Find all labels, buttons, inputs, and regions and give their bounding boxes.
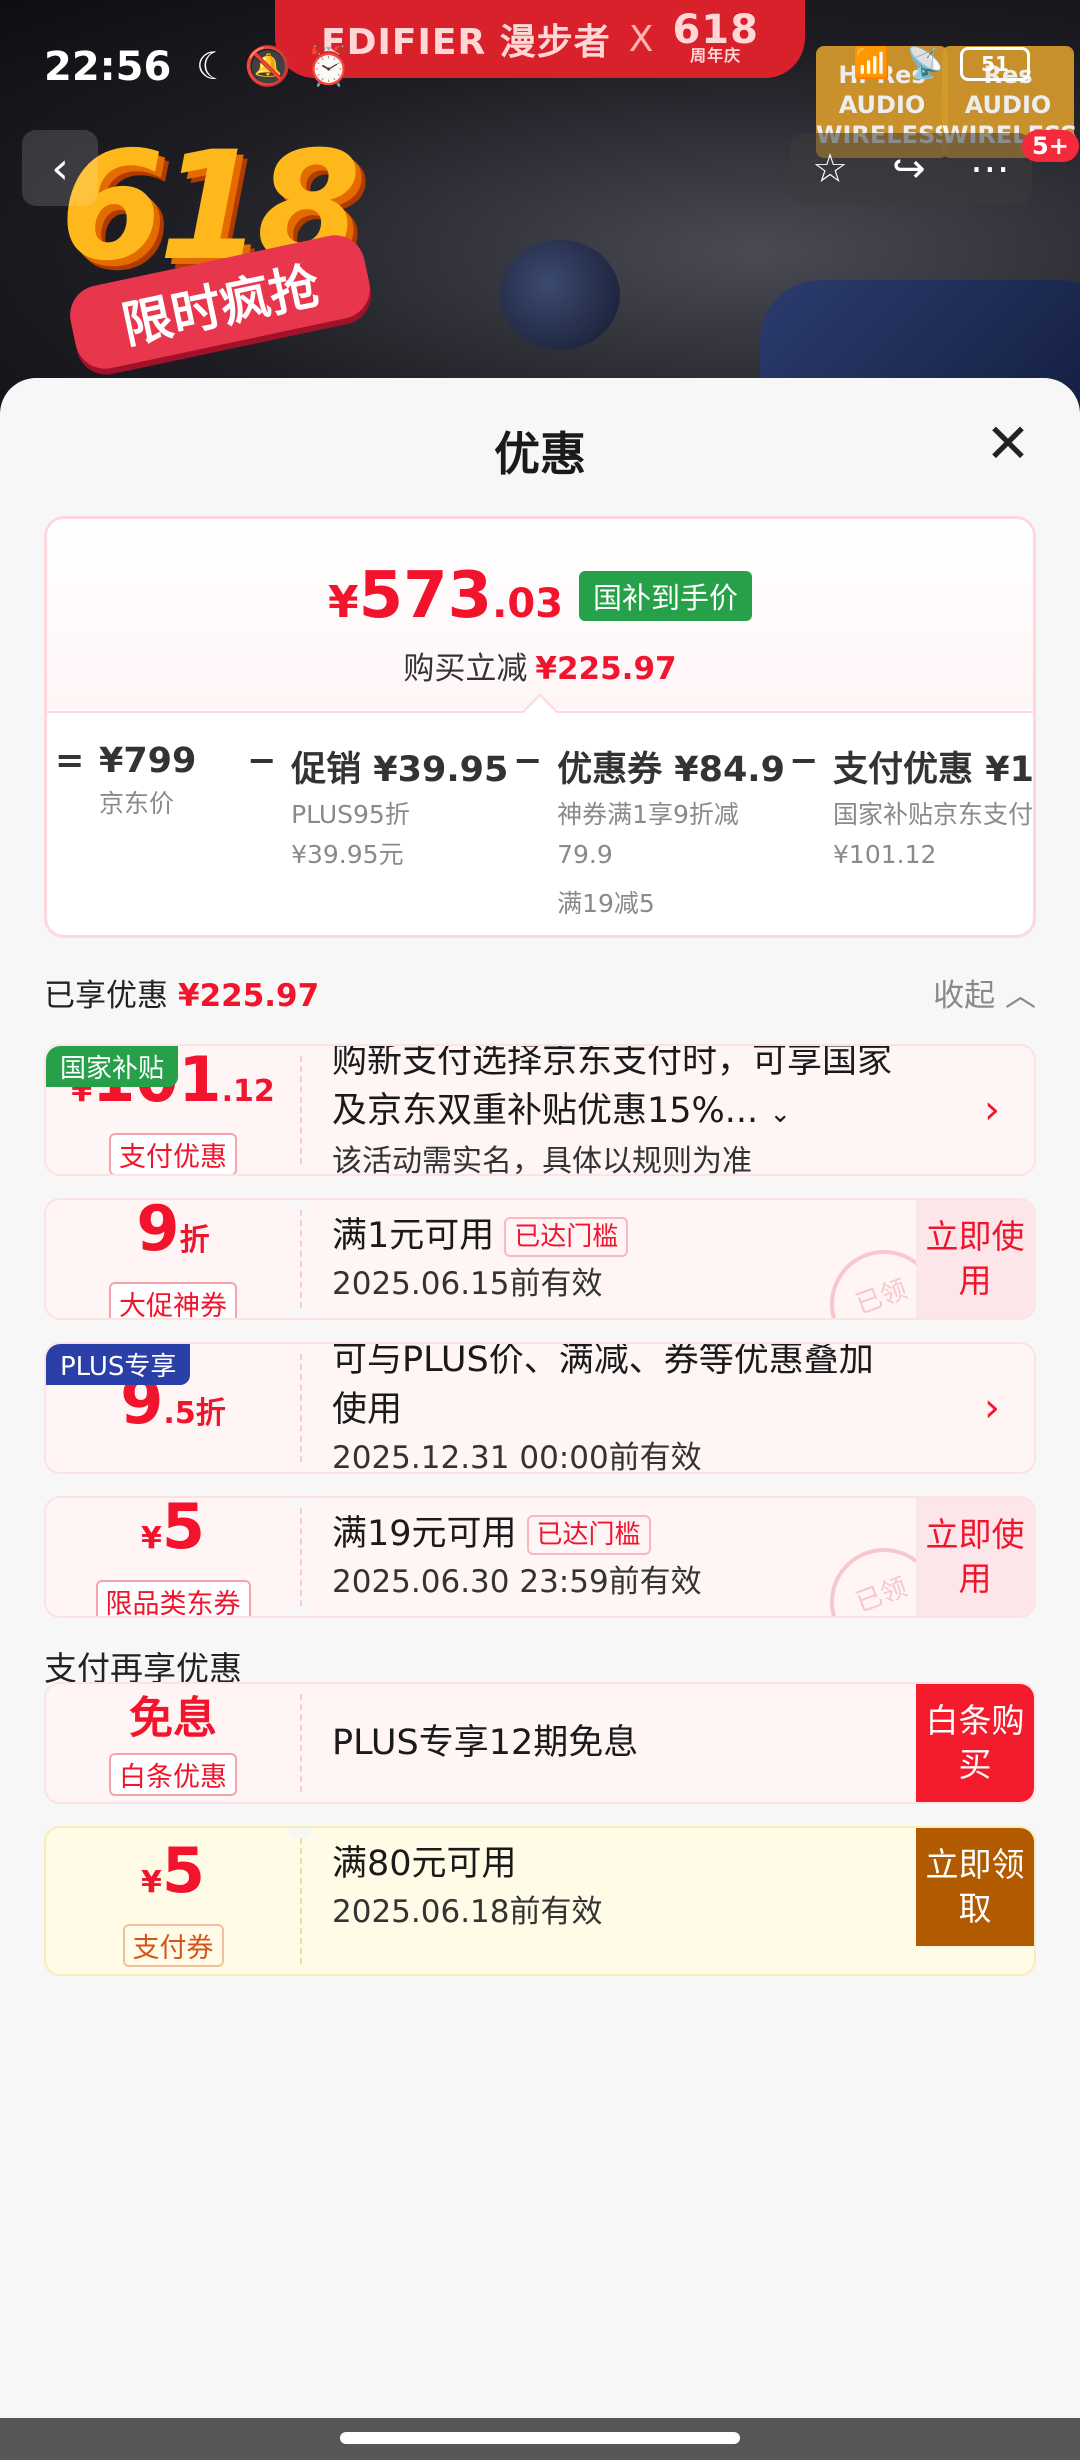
chevron-right-icon[interactable]: › [984, 1087, 1000, 1133]
breakdown-item-coupon: 优惠券 ¥84.9 神券满1享9折减 79.9 满19减5 [557, 750, 785, 918]
chevron-left-icon: ‹ [51, 142, 69, 194]
coupon-value: ¥5 [140, 1833, 205, 1907]
price-breakdown: = ¥799 京东价 − 促销 ¥39.95 PLUS95折 ¥39.95元 −… [47, 741, 1034, 935]
battery-icon: 51 [960, 46, 1030, 81]
final-price-row: ¥573.03 国补到手价 [47, 559, 1033, 633]
alarm-icon: ⏰ [305, 44, 353, 88]
breakdown-op: − [247, 741, 277, 781]
enjoyed-discount-row: 已享优惠 ¥225.97 收起 ︿ [44, 970, 1036, 1020]
coupon-note: 该活动需实名，具体以规则为准 [332, 1143, 752, 1176]
mute-bell-icon: 🔕 [244, 44, 292, 88]
breakdown-item-promo: 促销 ¥39.95 PLUS95折 ¥39.95元 [291, 750, 509, 869]
gov-subsidy-price-tag: 国补到手价 [579, 571, 753, 621]
coupon-type: 限品类东券 [95, 1579, 251, 1616]
save-row: 购买立减 ¥225.97 [403, 651, 677, 687]
back-button[interactable]: ‹ [22, 130, 98, 206]
message-count-badge: 5+ [1022, 130, 1079, 162]
wifi-icon: 📡 [906, 46, 944, 81]
action-bar: ☆ ↪ ⋯ [790, 133, 1032, 205]
coupon-expiry: 2025.06.18前有效 [332, 1894, 603, 1930]
sheet-title: 优惠 [494, 427, 586, 481]
coupon-type: 大促神券 [109, 1281, 237, 1318]
coupon-expiry: 2025.06.30 23:59前有效 [332, 1564, 702, 1600]
gov-subsidy-tag: 国家补贴 [46, 1046, 179, 1087]
coupon-type: 支付券 [122, 1923, 224, 1967]
threshold-met-tag: 已达门槛 [526, 1515, 651, 1555]
coupon-expiry: 2025.12.31 00:00前有效 [332, 1440, 702, 1474]
breakdown-item-payment: 支付优惠 ¥101 国家补贴京东支付 ¥101.12 [833, 750, 1034, 869]
share-icon[interactable]: ↪ [892, 146, 926, 192]
breakdown-op: − [513, 741, 543, 781]
discount-sheet: 优惠 ✕ ¥573.03 国补到手价 购买立减 ¥225.97 = ¥799 京东… [0, 378, 1080, 2460]
price-summary-card: ¥573.03 国补到手价 购买立减 ¥225.97 = ¥799 京东价 − 促… [44, 516, 1036, 938]
home-indicator[interactable] [340, 2432, 740, 2444]
more-icon[interactable]: ⋯ [970, 146, 1010, 192]
plus-exclusive-tag: PLUS专享 [46, 1344, 191, 1385]
star-icon[interactable]: ☆ [812, 146, 848, 192]
coupon-gov-subsidy[interactable]: ¥101.12 支付优惠 国家补贴 购新支付选择京东支付时，可享国家 及京东双重… [44, 1044, 1036, 1176]
breakdown-item-jd-price: ¥799 京东价 [98, 741, 197, 818]
coupon-threshold: 满19元可用 [332, 1514, 517, 1554]
coupon-threshold: 满1元可用 [332, 1216, 495, 1256]
coupon-plus[interactable]: 9.5折 PLUS专享 可与PLUS价、满减、券等优惠叠加 使用 2025.12… [44, 1342, 1036, 1474]
coupon-threshold: 满80元可用 [332, 1844, 517, 1884]
coupon-desc-2: 使用 [332, 1390, 403, 1430]
coupon-type: 支付优惠 [109, 1132, 237, 1174]
coupon-desc: PLUS专享12期免息 [332, 1723, 639, 1763]
coupon-value: 9折 [136, 1198, 210, 1265]
coupon-category-5: ¥5 限品类东券 满19元可用 已达门槛 2025.06.30 23:59前有效 … [44, 1496, 1036, 1618]
claim-now-button[interactable]: 立即领取 [916, 1828, 1034, 1946]
close-icon: ✕ [985, 412, 1031, 475]
close-button[interactable]: ✕ [980, 417, 1036, 474]
baitiao-buy-button[interactable]: 白条购买 [916, 1684, 1034, 1802]
earbud-image [500, 240, 620, 350]
breakdown-op: − [789, 741, 819, 781]
gesture-bar [0, 2418, 1080, 2460]
status-bar: 22:56 ☾ 🔕 ⏰ 📶 📡 51 [0, 0, 1080, 130]
use-now-button[interactable]: 立即使用 [916, 1200, 1034, 1318]
chevron-up-icon: ︿ [1005, 978, 1036, 1014]
coupon-pay-5: ¥5 支付券 满80元可用 2025.06.18前有效 立即领取 [44, 1826, 1036, 1976]
coupon-value: ¥5 [140, 1496, 205, 1563]
signal-icon: 📶 [853, 46, 891, 81]
use-now-button[interactable]: 立即使用 [916, 1498, 1034, 1616]
chevron-right-icon[interactable]: › [984, 1385, 1000, 1431]
chevron-down-icon: ⌄ [769, 1098, 792, 1129]
clock: 22:56 [44, 44, 172, 90]
coupon-desc: 可与PLUS价、满减、券等优惠叠加 [332, 1342, 874, 1380]
status-icons-left: ☾ 🔕 ⏰ [196, 44, 353, 89]
coupon-discount-9: 9折 大促神券 满1元可用 已达门槛 2025.06.15前有效 已领 立即使用 [44, 1198, 1036, 1320]
coupon-desc: 购新支付选择京东支付时，可享国家 [332, 1044, 893, 1081]
coupon-value: 免息 [129, 1692, 217, 1744]
breakdown-op: = [55, 741, 85, 781]
status-icons-right: 📶 📡 51 [853, 46, 1030, 81]
threshold-met-tag: 已达门槛 [504, 1217, 629, 1257]
final-price: ¥573.03 [327, 559, 564, 633]
coupon-expiry: 2025.06.15前有效 [332, 1266, 603, 1302]
coupon-interest-free: 免息 白条优惠 PLUS专享12期免息 白条购买 [44, 1682, 1036, 1804]
collapse-button[interactable]: 收起 ︿ [933, 970, 1036, 1015]
coupon-type: 白条优惠 [109, 1752, 237, 1796]
coupon-desc-2[interactable]: 及京东双重补贴优惠15%... ⌄ [332, 1086, 964, 1139]
moon-icon: ☾ [196, 44, 231, 88]
